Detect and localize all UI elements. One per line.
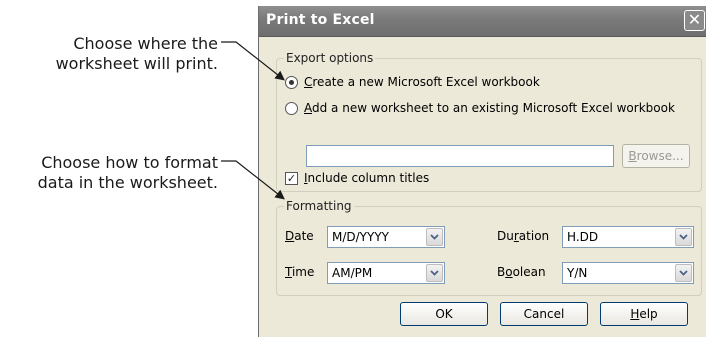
dialog-title: Print to Excel (266, 12, 375, 28)
cancel-button[interactable]: Cancel (500, 302, 588, 326)
export-options-legend: Export options (284, 51, 376, 65)
export-options-group: Export options Create a new Microsoft Ex… (276, 51, 702, 192)
print-to-excel-dialog: Print to Excel ✕ Export options Create a… (258, 6, 706, 337)
time-format-value: AM/PM (332, 266, 373, 280)
radio-create-new-workbook[interactable]: Create a new Microsoft Excel workbook (285, 74, 540, 90)
chevron-down-icon[interactable] (426, 264, 443, 282)
workbook-path-input[interactable] (306, 145, 614, 167)
duration-label: Duration (497, 229, 550, 243)
radio-add-existing-label: Add a new worksheet to an existing Micro… (304, 101, 675, 115)
title-bar[interactable]: Print to Excel ✕ (259, 6, 706, 37)
callout-line: Choose where the (73, 34, 218, 53)
boolean-label: Boolean (497, 265, 546, 279)
callout-line: Choose how to format (41, 153, 218, 172)
include-column-titles-label: Include column titles (304, 171, 430, 185)
callout-line: data in the worksheet. (37, 173, 218, 192)
help-button[interactable]: Help (600, 302, 688, 326)
chevron-down-icon[interactable] (675, 264, 692, 282)
screenshot-stage: Choose where the worksheet will print. C… (0, 0, 706, 337)
close-icon: ✕ (687, 10, 702, 29)
duration-format-value: H.DD (567, 230, 599, 244)
callout-line: worksheet will print. (55, 54, 218, 73)
callout-where-to-print: Choose where the worksheet will print. (56, 34, 218, 74)
time-format-select[interactable]: AM/PM (327, 262, 445, 284)
formatting-group: Formatting Date M/D/YYYY Duration H.DD T… (276, 199, 702, 296)
radio-selected-indicator[interactable] (285, 75, 298, 89)
date-format-value: M/D/YYYY (332, 230, 389, 244)
chevron-down-icon[interactable] (675, 228, 692, 246)
date-format-select[interactable]: M/D/YYYY (327, 226, 445, 248)
radio-create-new-label: Create a new Microsoft Excel workbook (304, 75, 540, 89)
ok-button[interactable]: OK (400, 302, 488, 326)
boolean-format-value: Y/N (567, 266, 588, 280)
radio-unselected-indicator[interactable] (285, 101, 298, 115)
close-button[interactable]: ✕ (684, 10, 705, 31)
time-label: Time (285, 265, 315, 279)
chevron-down-icon[interactable] (426, 228, 443, 246)
formatting-legend: Formatting (284, 199, 354, 213)
radio-add-to-existing-workbook[interactable]: Add a new worksheet to an existing Micro… (285, 100, 675, 116)
callout-how-to-format: Choose how to format data in the workshe… (38, 153, 218, 193)
boolean-format-select[interactable]: Y/N (562, 262, 694, 284)
include-column-titles-checkbox[interactable]: ✓ Include column titles (285, 170, 429, 186)
checkbox-check-icon[interactable]: ✓ (285, 171, 298, 185)
browse-button[interactable]: Browse... (622, 144, 690, 168)
date-label: Date (285, 229, 314, 243)
duration-format-select[interactable]: H.DD (562, 226, 694, 248)
